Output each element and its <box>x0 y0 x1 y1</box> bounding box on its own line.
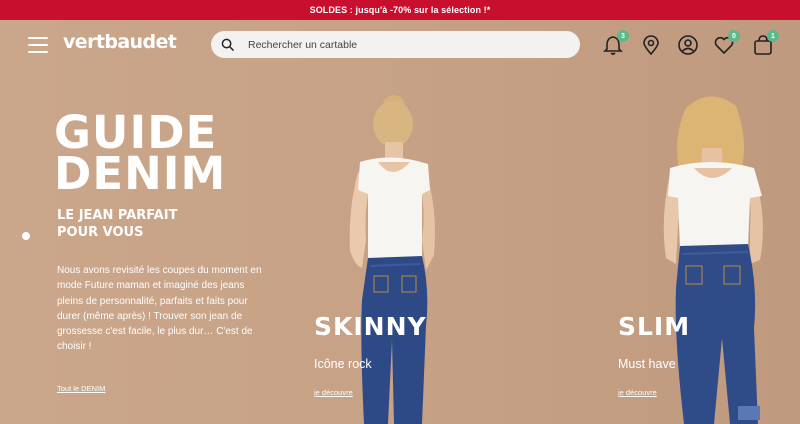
menu-icon[interactable] <box>28 37 48 53</box>
search-bar[interactable] <box>211 31 580 58</box>
category-title-skinny: SKINNY <box>314 312 427 341</box>
promo-text: SOLDES : jusqu'à -70% sur la sélection !… <box>309 5 491 15</box>
cart-badge: 1 <box>767 30 779 42</box>
wishlist-badge: 0 <box>728 30 740 42</box>
notifications-bell-icon[interactable]: 3 <box>602 30 629 56</box>
model-skinny-image <box>330 90 480 424</box>
search-input[interactable] <box>248 38 548 51</box>
store-location-icon[interactable] <box>640 34 662 56</box>
category-link-slim[interactable]: je découvre <box>618 388 657 397</box>
notifications-badge: 3 <box>617 30 629 42</box>
hero-subtitle: LE JEAN PARFAIT POUR VOUS <box>57 208 178 240</box>
category-title-slim: SLIM <box>618 312 691 341</box>
category-link-skinny[interactable]: je découvre <box>314 388 353 397</box>
search-icon[interactable] <box>221 38 234 51</box>
promo-banner[interactable]: SOLDES : jusqu'à -70% sur la sélection !… <box>0 0 800 20</box>
hero-description: Nous avons revisité les coupes du moment… <box>57 265 262 353</box>
carousel-dot[interactable] <box>22 232 30 240</box>
brand-logo[interactable]: vertbaudet <box>63 31 177 53</box>
all-denim-link[interactable]: Tout le DENIM <box>57 384 105 393</box>
wishlist-heart-icon[interactable]: 0 <box>713 30 740 56</box>
category-subtitle-skinny: Icône rock <box>314 357 372 371</box>
account-user-icon[interactable] <box>677 34 699 56</box>
hero-title: GUIDE DENIM <box>54 106 227 200</box>
cart-bag-icon[interactable]: 1 <box>752 30 779 56</box>
category-subtitle-slim: Must have <box>618 357 676 371</box>
model-slim-image <box>650 88 790 424</box>
site-header: vertbaudet 3 0 1 <box>0 20 800 70</box>
